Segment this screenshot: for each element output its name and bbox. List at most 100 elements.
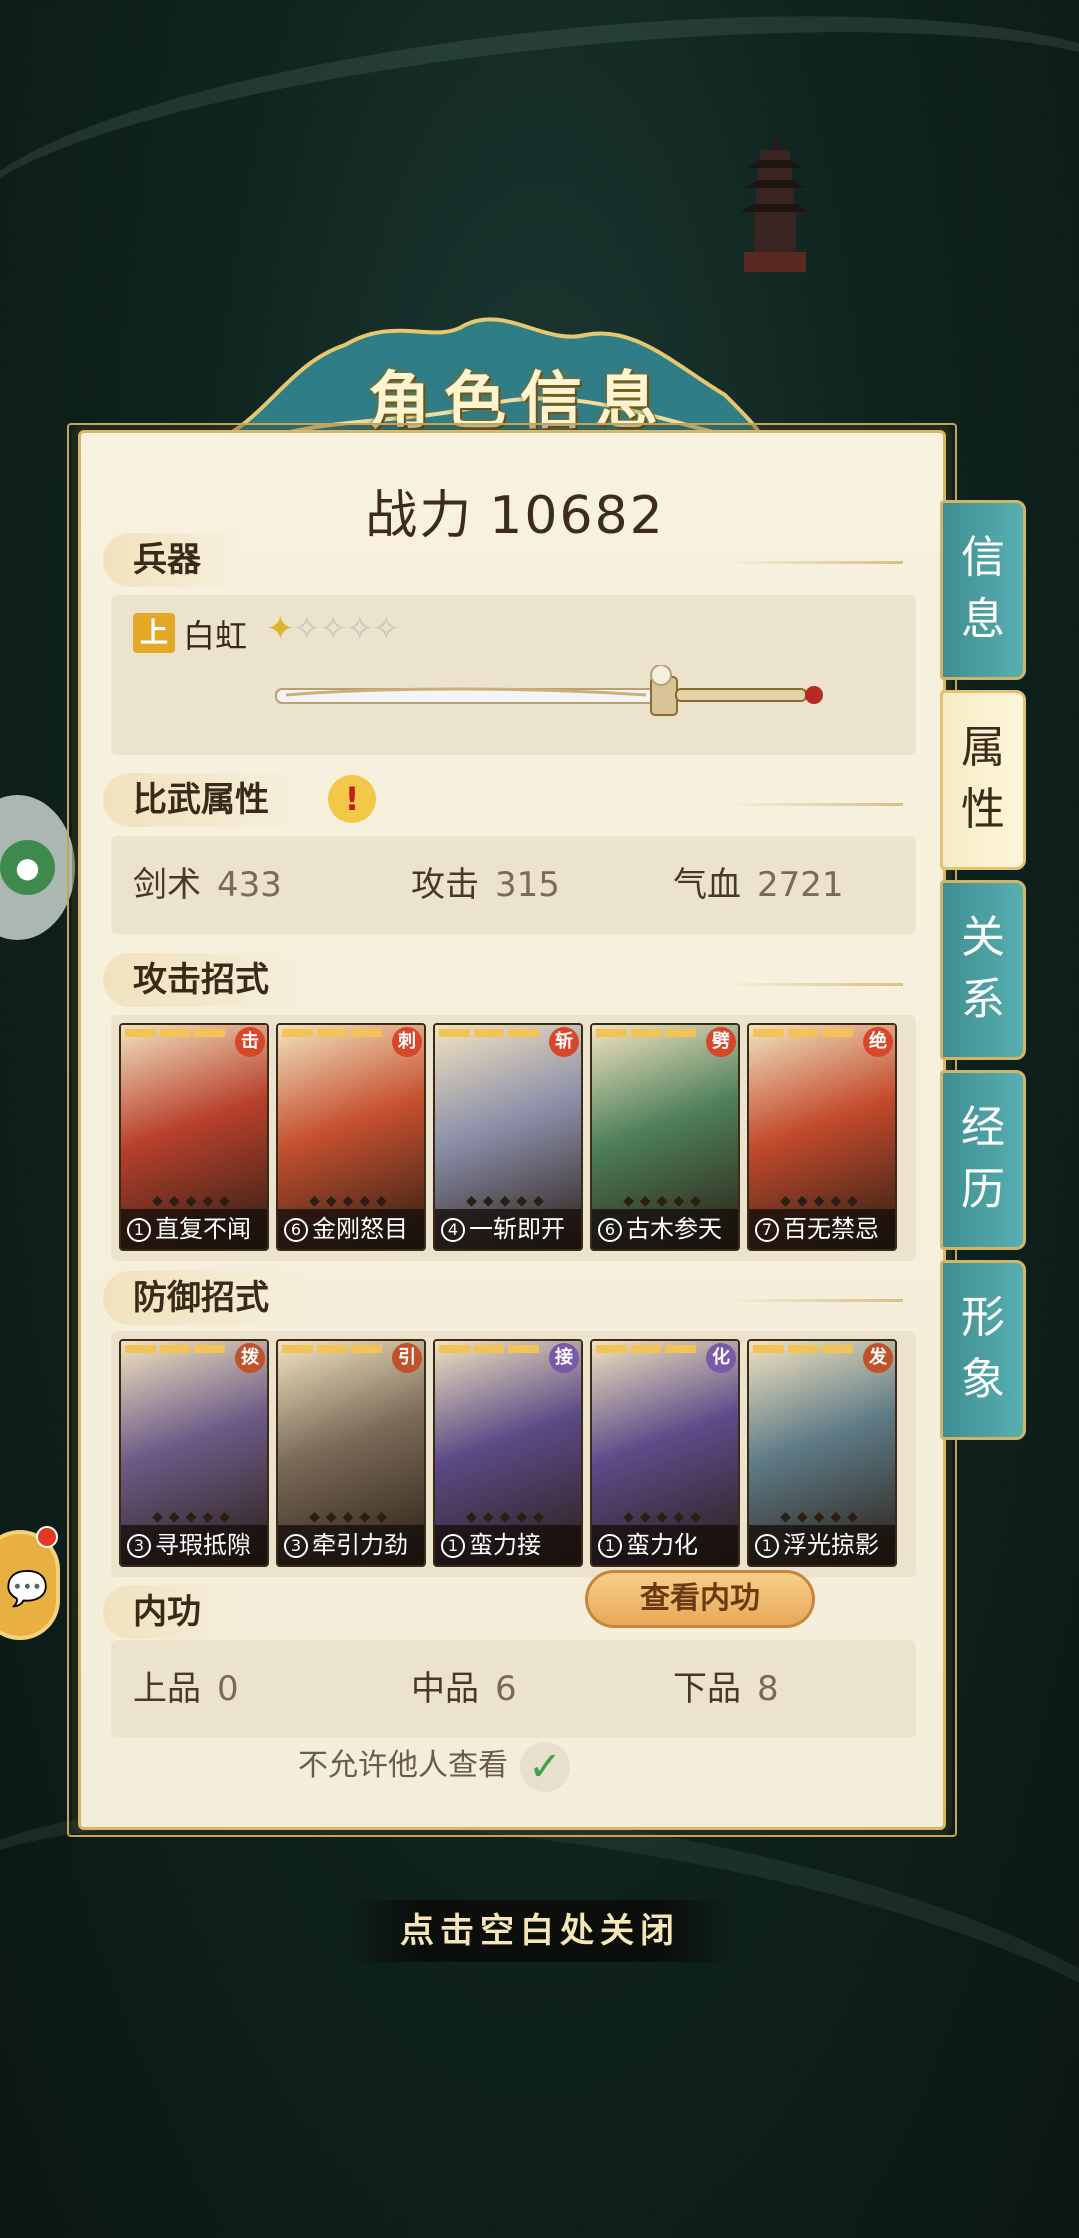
skill-level: 4	[441, 1218, 465, 1242]
section-title-combat-stats: 比武属性	[103, 773, 309, 827]
skill-diamonds: ◆◆◆◆◆	[466, 1509, 550, 1525]
grade-badge: 上	[133, 613, 175, 653]
skill-name: 金刚怒目	[312, 1215, 408, 1243]
defense-skills-box: 拨 ◆◆◆◆◆ 3 寻瑕抵隙引 ◆◆◆◆◆ 3 牵引力劲接 ◆◆◆◆◆ 1 蛮力接化 ◆◆◆◆◆ 1 蛮…	[111, 1331, 916, 1577]
skill-label: 1 直复不闻	[121, 1209, 267, 1249]
skill-type-badge: 拨	[235, 1343, 265, 1373]
skill-type-badge: 刺	[392, 1027, 422, 1057]
star-empty-icon: ✧✧✧✧	[292, 609, 401, 649]
skill-label: 1 蛮力接	[435, 1525, 581, 1565]
divider	[723, 1299, 903, 1302]
skill-label: 6 金刚怒目	[278, 1209, 424, 1249]
skill-card[interactable]: 绝 ◆◆◆◆◆ 7 百无禁忌	[747, 1023, 897, 1251]
view-inner-skill-button[interactable]: 查看内功	[585, 1570, 815, 1628]
skill-type-badge: 击	[235, 1027, 265, 1057]
skill-type-badge: 绝	[863, 1027, 893, 1057]
divider	[723, 803, 903, 806]
stat-label: 攻击	[411, 865, 479, 905]
skill-type-badge: 引	[392, 1343, 422, 1373]
tab-1[interactable]: 属性	[940, 690, 1026, 870]
section-title-attack-skills: 攻击招式	[103, 953, 309, 1007]
attack-skills-box: 击 ◆◆◆◆◆ 1 直复不闻刺 ◆◆◆◆◆ 6 金刚怒目斩 ◆◆◆◆◆ 4 一斩即开劈 ◆◆◆◆◆ 6…	[111, 1015, 916, 1261]
pagoda-icon	[740, 130, 810, 272]
skill-name: 直复不闻	[155, 1215, 251, 1243]
section-title-defense-skills: 防御招式	[103, 1271, 309, 1325]
skill-card[interactable]: 劈 ◆◆◆◆◆ 6 古木参天	[590, 1023, 740, 1251]
stat-value: 0	[217, 1669, 239, 1709]
close-hint[interactable]: 点击空白处关闭	[345, 1900, 735, 1962]
skill-card[interactable]: 击 ◆◆◆◆◆ 1 直复不闻	[119, 1023, 269, 1251]
skill-level: 7	[755, 1218, 779, 1242]
skill-level-bars	[439, 1029, 540, 1037]
skill-name: 浮光掠影	[783, 1531, 879, 1559]
skill-level-bars	[596, 1345, 697, 1353]
skill-name: 寻瑕抵隙	[155, 1531, 251, 1559]
skill-card[interactable]: 化 ◆◆◆◆◆ 1 蛮力化	[590, 1339, 740, 1567]
section-title-inner-skill: 内功	[103, 1585, 241, 1639]
skill-level-bars	[125, 1029, 226, 1037]
skill-card[interactable]: 接 ◆◆◆◆◆ 1 蛮力接	[433, 1339, 583, 1567]
skill-label: 4 一斩即开	[435, 1209, 581, 1249]
skill-type-badge: 化	[706, 1343, 736, 1373]
inner-grade-mid: 中品 6	[411, 1640, 517, 1738]
inner-grade-low: 下品 8	[673, 1640, 779, 1738]
skill-level-bars	[439, 1345, 540, 1353]
skill-type-badge: 劈	[706, 1027, 736, 1057]
chat-icon: 💬	[6, 1569, 49, 1609]
skill-level-bars	[282, 1345, 383, 1353]
stat-attack: 攻击 315	[411, 836, 560, 934]
page-title: 角色信息	[367, 364, 672, 437]
exclamation-icon[interactable]: !	[328, 775, 376, 823]
skill-label: 3 牵引力劲	[278, 1525, 424, 1565]
skill-level: 1	[127, 1218, 151, 1242]
skill-level-bars	[125, 1345, 226, 1353]
skill-card[interactable]: 拨 ◆◆◆◆◆ 3 寻瑕抵隙	[119, 1339, 269, 1567]
skill-level-bars	[753, 1345, 854, 1353]
skill-label: 1 浮光掠影	[749, 1525, 895, 1565]
skill-label: 6 古木参天	[592, 1209, 738, 1249]
power-label: 战力	[365, 486, 474, 546]
skill-diamonds: ◆◆◆◆◆	[623, 1193, 707, 1209]
stat-value: 315	[495, 865, 560, 905]
stat-label: 下品	[673, 1669, 741, 1709]
stat-value: 6	[495, 1669, 517, 1709]
skill-name: 蛮力接	[469, 1531, 541, 1559]
skill-level: 1	[755, 1534, 779, 1558]
notification-dot	[36, 1526, 58, 1548]
divider	[723, 561, 903, 564]
background-river	[0, 0, 1079, 353]
stat-label: 气血	[673, 865, 741, 905]
star-rating: ✦✧✧✧✧	[266, 609, 401, 649]
sword-icon	[275, 665, 823, 716]
skill-card[interactable]: 刺 ◆◆◆◆◆ 6 金刚怒目	[276, 1023, 426, 1251]
skill-card[interactable]: 斩 ◆◆◆◆◆ 4 一斩即开	[433, 1023, 583, 1251]
skill-level-bars	[596, 1029, 697, 1037]
skill-diamonds: ◆◆◆◆◆	[152, 1193, 236, 1209]
stat-value: 433	[217, 865, 282, 905]
skill-label: 7 百无禁忌	[749, 1209, 895, 1249]
skill-card[interactable]: 引 ◆◆◆◆◆ 3 牵引力劲	[276, 1339, 426, 1567]
weapon-box[interactable]: 上 白虹 ✦✧✧✧✧	[111, 595, 916, 755]
skill-level: 1	[598, 1534, 622, 1558]
skill-level: 1	[441, 1534, 465, 1558]
tab-2[interactable]: 关系	[940, 880, 1026, 1060]
skill-diamonds: ◆◆◆◆◆	[780, 1193, 864, 1209]
skill-name: 古木参天	[626, 1215, 722, 1243]
skill-type-badge: 发	[863, 1343, 893, 1373]
inner-skill-box: 上品 0 中品 6 下品 8	[111, 1640, 916, 1738]
side-bubble[interactable]: ●	[0, 795, 75, 940]
privacy-label: 不允许他人查看	[298, 1748, 508, 1783]
privacy-checkbox[interactable]: ✓	[520, 1741, 570, 1792]
inner-grade-high: 上品 0	[133, 1640, 239, 1738]
skill-card[interactable]: 发 ◆◆◆◆◆ 1 浮光掠影	[747, 1339, 897, 1567]
tab-4[interactable]: 形象	[940, 1260, 1026, 1440]
tab-3[interactable]: 经历	[940, 1070, 1026, 1250]
skill-name: 百无禁忌	[783, 1215, 879, 1243]
chat-button[interactable]: 💬	[0, 1526, 60, 1640]
weapon-name: 白虹	[183, 617, 248, 655]
skill-name: 牵引力劲	[312, 1531, 408, 1559]
tab-0[interactable]: 信息	[940, 500, 1026, 680]
stat-label: 上品	[133, 1669, 201, 1709]
character-info-panel: 战力 10682 兵器 上 白虹 ✦✧✧✧✧ 比武属性 ! 剑术 433 攻击 315…	[67, 423, 957, 1837]
privacy-row: 不允许他人查看 ✓	[0, 1740, 868, 1792]
